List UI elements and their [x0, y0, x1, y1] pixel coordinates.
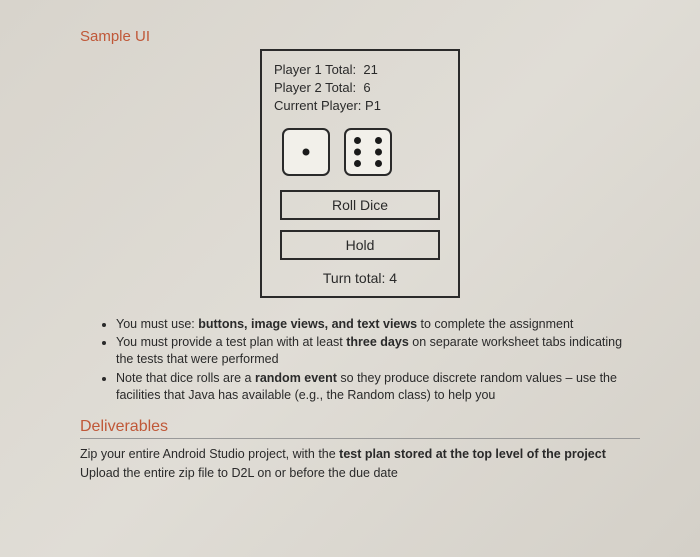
list-item: You must use: buttons, image views, and … — [116, 316, 630, 333]
turn-total: Turn total: 4 — [274, 270, 446, 286]
turn-total-value: 4 — [389, 270, 397, 286]
deliverable-line-1: Zip your entire Android Studio project, … — [80, 445, 640, 464]
player1-value: 21 — [363, 62, 377, 77]
die-6-icon — [344, 128, 392, 176]
hold-button[interactable]: Hold — [280, 230, 440, 260]
section-heading-deliverables: Deliverables — [80, 418, 640, 439]
turn-total-label: Turn total: — [323, 270, 386, 286]
current-player: Current Player: P1 — [274, 97, 446, 115]
player2-total: Player 2 Total: 6 — [274, 79, 446, 97]
current-player-label: Current Player: — [274, 98, 361, 113]
deliverable-line-2: Upload the entire zip file to D2L on or … — [80, 464, 640, 483]
die-1-icon — [282, 128, 330, 176]
player2-label: Player 2 Total: — [274, 80, 356, 95]
player1-total: Player 1 Total: 21 — [274, 61, 446, 79]
dice-row — [282, 128, 446, 176]
section-heading-sample-ui: Sample UI — [80, 28, 640, 45]
current-player-value: P1 — [365, 98, 381, 113]
roll-dice-button[interactable]: Roll Dice — [280, 190, 440, 220]
player2-value: 6 — [363, 80, 370, 95]
sample-ui-mock: Player 1 Total: 21 Player 2 Total: 6 Cur… — [260, 49, 460, 298]
requirements-list: You must use: buttons, image views, and … — [98, 316, 630, 404]
player1-label: Player 1 Total: — [274, 62, 356, 77]
list-item: Note that dice rolls are a random event … — [116, 370, 630, 404]
list-item: You must provide a test plan with at lea… — [116, 334, 630, 368]
